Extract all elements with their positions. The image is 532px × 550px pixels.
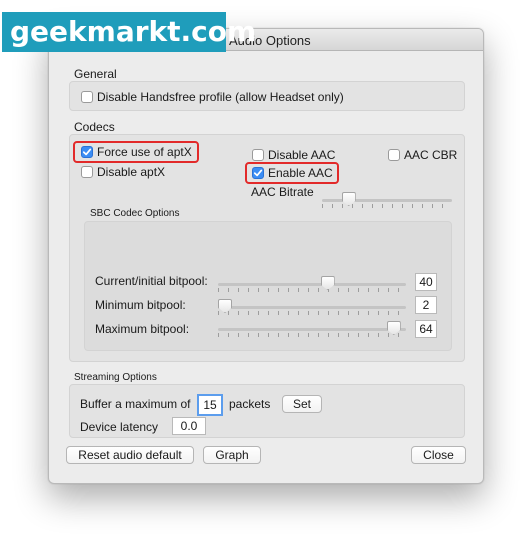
enable-aac-label: Enable AAC xyxy=(268,166,333,180)
disable-aac-label: Disable AAC xyxy=(268,148,336,162)
disable-aptx-checkbox[interactable]: Disable aptX xyxy=(81,165,165,179)
device-latency-label: Device latency xyxy=(80,420,159,434)
codecs-group: Force use of aptX Disable aptX Disable A… xyxy=(69,134,465,362)
checkbox-icon xyxy=(252,149,264,161)
current-bitpool-slider[interactable] xyxy=(218,276,406,292)
checkbox-icon xyxy=(81,91,93,103)
aac-bitrate-label: AAC Bitrate xyxy=(251,185,314,199)
disable-handsfree-checkbox[interactable]: Disable Handsfree profile (allow Headset… xyxy=(81,90,344,104)
sbc-codec-options-label: SBC Codec Options xyxy=(90,208,180,219)
aac-cbr-checkbox[interactable]: AAC CBR xyxy=(388,148,457,162)
general-section-label: General xyxy=(74,67,117,81)
reset-audio-default-button[interactable]: Reset audio default xyxy=(66,446,194,464)
force-aptx-label: Force use of aptX xyxy=(97,145,192,159)
watermark-logo: geekmarkt.com xyxy=(2,12,256,52)
close-button[interactable]: Close xyxy=(411,446,466,464)
minimum-bitpool-slider[interactable] xyxy=(218,299,406,315)
current-bitpool-value[interactable]: 40 xyxy=(415,273,437,291)
buffer-packets-input[interactable]: 15 xyxy=(197,394,223,416)
audio-options-window: Audio Options General Disable Handsfree … xyxy=(48,28,484,484)
codecs-section-label: Codecs xyxy=(74,120,115,134)
buffer-maximum-label: Buffer a maximum of xyxy=(80,397,191,411)
disable-aptx-label: Disable aptX xyxy=(97,165,166,179)
disable-handsfree-label: Disable Handsfree profile (allow Headset… xyxy=(97,90,344,104)
aac-cbr-label: AAC CBR xyxy=(404,148,458,162)
maximum-bitpool-slider[interactable] xyxy=(218,321,406,337)
checkbox-icon xyxy=(81,166,93,178)
streaming-options-label: Streaming Options xyxy=(74,372,157,383)
enable-aac-checkbox[interactable]: Enable AAC xyxy=(252,166,333,180)
streaming-group: Buffer a maximum of 15 packets Set Devic… xyxy=(69,384,465,438)
graph-button[interactable]: Graph xyxy=(203,446,261,464)
maximum-bitpool-value[interactable]: 64 xyxy=(415,320,437,338)
checkmark-icon xyxy=(252,167,264,179)
minimum-bitpool-value[interactable]: 2 xyxy=(415,296,437,314)
aac-bitrate-slider[interactable] xyxy=(322,192,452,208)
disable-aac-checkbox[interactable]: Disable AAC xyxy=(252,148,335,162)
checkbox-icon xyxy=(388,149,400,161)
maximum-bitpool-label: Maximum bitpool: xyxy=(95,322,190,336)
device-latency-value[interactable]: 0.0 xyxy=(172,417,206,435)
minimum-bitpool-label: Minimum bitpool: xyxy=(95,298,186,312)
set-button[interactable]: Set xyxy=(282,395,322,413)
current-bitpool-label: Current/initial bitpool: xyxy=(95,274,208,288)
sbc-codec-group: Current/initial bitpool: 40 Minimum bitp… xyxy=(84,221,452,351)
checkmark-icon xyxy=(81,146,93,158)
general-group: Disable Handsfree profile (allow Headset… xyxy=(69,81,465,111)
packets-label: packets xyxy=(229,397,271,411)
force-aptx-checkbox[interactable]: Force use of aptX xyxy=(81,145,192,159)
